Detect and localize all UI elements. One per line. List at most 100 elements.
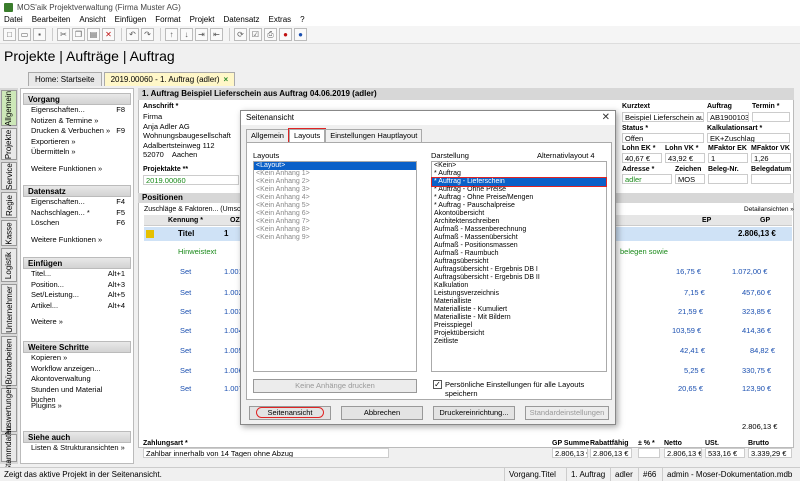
list-item[interactable]: Kalkulation: [432, 282, 606, 290]
vtab-unternehmer[interactable]: Unternehmer: [1, 284, 17, 334]
kurztext-field[interactable]: Beispiel Lieferschein aus Au: [622, 112, 704, 122]
move-up-icon[interactable]: ↑: [165, 28, 178, 41]
menu-projekt[interactable]: Projekt: [190, 14, 215, 26]
undo-icon[interactable]: ↶: [126, 28, 139, 41]
vtab-service[interactable]: Service: [1, 162, 17, 190]
task-nachschlagen[interactable]: Nachschlagen... * F5: [23, 208, 131, 219]
open-icon[interactable]: ▭: [18, 28, 31, 41]
list-item[interactable]: <Kein>: [432, 162, 606, 170]
list-item[interactable]: Aufmaß - Raumbuch: [432, 250, 606, 258]
list-item[interactable]: Akontoübersicht: [432, 210, 606, 218]
task-workflow[interactable]: Workflow anzeigen...: [23, 364, 131, 375]
list-item[interactable]: <Kein Anhang 9>: [254, 234, 416, 242]
menu-einfuegen[interactable]: Einfügen: [115, 14, 147, 26]
task-eigenschaften[interactable]: Eigenschaften... F8: [23, 105, 131, 116]
new-icon[interactable]: □: [3, 28, 16, 41]
status-field[interactable]: Offen: [622, 133, 704, 143]
list-item[interactable]: Architektenschreiben: [432, 218, 606, 226]
menu-datensatz[interactable]: Datensatz: [223, 14, 259, 26]
task-drucken[interactable]: Drucken & Verbuchen » F9: [23, 126, 131, 137]
user-blue-icon[interactable]: ●: [294, 28, 307, 41]
menu-help[interactable]: ?: [300, 14, 304, 26]
outdent-icon[interactable]: ⇤: [210, 28, 223, 41]
belegdatum-field[interactable]: [751, 174, 791, 184]
list-item[interactable]: Auftragsübersicht - Ergebnis DB I: [432, 266, 606, 274]
list-item[interactable]: Auftragsübersicht: [432, 258, 606, 266]
plugins-link[interactable]: Plugins »: [23, 401, 131, 410]
projektakte-field[interactable]: 2019.00060: [143, 175, 239, 185]
redo-icon[interactable]: ↷: [141, 28, 154, 41]
col-ep[interactable]: EP: [702, 217, 711, 224]
adresse-field[interactable]: adler: [622, 174, 672, 184]
list-item[interactable]: Aufmaß - Massenberechnung: [432, 226, 606, 234]
list-item[interactable]: Materialliste - Kumuliert: [432, 306, 606, 314]
list-item[interactable]: <Kein Anhang 8>: [254, 226, 416, 234]
save-icon[interactable]: ▪: [33, 28, 46, 41]
save-settings-checkbox[interactable]: ✓: [433, 380, 442, 389]
task-stunden[interactable]: Stunden und Material buchen: [23, 385, 131, 405]
lohnvk-field[interactable]: 43,92 €: [665, 153, 705, 163]
refresh-icon[interactable]: ⟳: [234, 28, 247, 41]
hinweistext[interactable]: Hinweistext: [178, 247, 216, 256]
task-akonto[interactable]: Akontoverwaltung: [23, 374, 131, 385]
list-item[interactable]: <Kein Anhang 1>: [254, 170, 416, 178]
close-icon[interactable]: ✕: [602, 111, 610, 125]
menu-extras[interactable]: Extras: [269, 14, 292, 26]
vtab-kasse[interactable]: Kasse: [1, 220, 17, 246]
list-item[interactable]: Materialliste - Mit Bildern: [432, 314, 606, 322]
auftrag-field[interactable]: AB1900103: [707, 112, 749, 122]
tab-layouts[interactable]: Layouts: [287, 128, 327, 143]
col-kennung[interactable]: Kennung *: [168, 217, 203, 224]
list-item[interactable]: * Auftrag - Ohne Preise: [432, 186, 606, 194]
list-item[interactable]: Auftragsübersicht - Ergebnis DB II: [432, 274, 606, 282]
belegnr-field[interactable]: [708, 174, 748, 184]
check-icon[interactable]: ☑: [249, 28, 262, 41]
list-item[interactable]: * Auftrag - Ohne Preise/Mengen: [432, 194, 606, 202]
menu-format[interactable]: Format: [155, 14, 180, 26]
keine-anhaenge-button[interactable]: Keine Anhänge drucken: [253, 379, 417, 393]
user-red-icon[interactable]: ●: [279, 28, 292, 41]
task-uebermitteln[interactable]: Übermitteln »: [23, 147, 131, 158]
task-ds-eigenschaften[interactable]: Eigenschaften... F4: [23, 197, 131, 208]
tab-auftrag[interactable]: 2019.00060 - 1. Auftrag (adler) ×: [103, 72, 236, 86]
list-item[interactable]: <Kein Anhang 3>: [254, 186, 416, 194]
task-set-leistung[interactable]: Set/Leistung... Alt+5: [23, 290, 131, 301]
more-link[interactable]: Weitere »: [23, 317, 131, 326]
anschrift-field[interactable]: Firma Anja Adler AG Wohnungsbaugesellsch…: [143, 112, 243, 160]
list-item[interactable]: <Kein Anhang 5>: [254, 202, 416, 210]
list-item[interactable]: Aufmaß - Positionsmassen: [432, 242, 606, 250]
tab-einstellungen[interactable]: Einstellungen Hauptlayout: [325, 129, 423, 142]
task-exportieren[interactable]: Exportieren »: [23, 137, 131, 148]
task-artikel[interactable]: Artikel... Alt+4: [23, 301, 131, 312]
list-item[interactable]: Preisspiegel: [432, 322, 606, 330]
close-icon[interactable]: ×: [224, 75, 229, 84]
abbrechen-button[interactable]: Abbrechen: [341, 406, 423, 420]
task-titel[interactable]: Titel... Alt+1: [23, 269, 131, 280]
vtab-stammdaten[interactable]: Stammdaten: [1, 425, 17, 471]
task-kopieren[interactable]: Kopieren »: [23, 353, 131, 364]
list-item-selected[interactable]: * Auftrag - Lieferschein: [431, 177, 607, 187]
vtab-allgemein[interactable]: Allgemein: [1, 90, 17, 126]
task-notizen[interactable]: Notizen & Termine »: [23, 116, 131, 127]
list-item[interactable]: Projektübersicht: [432, 330, 606, 338]
list-item[interactable]: Leistungsverzeichnis: [432, 290, 606, 298]
tab-allgemein[interactable]: Allgemein: [246, 129, 289, 142]
zeichen-field[interactable]: MOS: [675, 174, 705, 184]
print-icon[interactable]: ⎙: [264, 28, 277, 41]
list-item[interactable]: * Auftrag - Pauschalpreise: [432, 202, 606, 210]
termin-field[interactable]: [752, 112, 790, 122]
more-functions-link[interactable]: Weitere Funktionen »: [23, 164, 131, 173]
delete-icon[interactable]: ✕: [102, 28, 115, 41]
col-oz[interactable]: OZ: [230, 217, 240, 224]
mfvk-field[interactable]: 1,26: [751, 153, 791, 163]
pct-field[interactable]: [638, 448, 660, 458]
move-down-icon[interactable]: ↓: [180, 28, 193, 41]
paste-icon[interactable]: ▤: [87, 28, 100, 41]
layouts-list[interactable]: <Layout> <Kein Anhang 1> <Kein Anhang 2>…: [253, 161, 417, 372]
list-item[interactable]: Materialliste: [432, 298, 606, 306]
tab-home[interactable]: Home: Startseite: [28, 72, 102, 86]
more-functions-link[interactable]: Weitere Funktionen »: [23, 235, 131, 244]
mfek-field[interactable]: 1: [708, 153, 748, 163]
list-item[interactable]: Aufmaß - Massenübersicht: [432, 234, 606, 242]
task-position[interactable]: Position... Alt+3: [23, 280, 131, 291]
